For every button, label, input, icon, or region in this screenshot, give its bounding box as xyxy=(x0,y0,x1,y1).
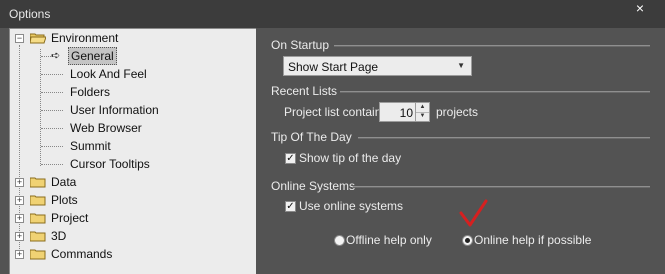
folder-icon xyxy=(30,194,46,206)
project-count-stepper[interactable]: 10 ▲ ▼ xyxy=(379,102,430,122)
tree-label-environment: Environment xyxy=(51,31,119,45)
tree-item-data[interactable]: + Data xyxy=(10,173,256,191)
tree-item-environment[interactable]: − Environment xyxy=(10,29,256,47)
show-tip-label: Show tip of the day xyxy=(299,151,402,165)
project-list-prefix: Project list contains xyxy=(284,105,388,119)
tree-label-look-and-feel: Look And Feel xyxy=(70,67,147,81)
divider xyxy=(334,45,650,47)
folder-icon xyxy=(30,212,46,224)
show-tip-checkbox[interactable]: ✓ xyxy=(285,153,296,164)
options-tree: − Environment ➪ General Look And Feel Fo… xyxy=(9,28,256,274)
arrow-pointer-icon: ➪ xyxy=(51,50,61,62)
recent-lists-heading: Recent Lists xyxy=(271,84,338,98)
use-online-systems-checkbox[interactable]: ✓ xyxy=(285,201,296,212)
offline-help-label: Offline help only xyxy=(346,233,432,247)
on-startup-heading: On Startup xyxy=(271,38,330,52)
tree-item-general[interactable]: ➪ General xyxy=(10,47,256,65)
tree-label-plots: Plots xyxy=(51,193,78,207)
startup-dropdown[interactable]: Show Start Page ▼ xyxy=(283,56,472,76)
tree-label-web-browser: Web Browser xyxy=(70,121,142,135)
folder-icon xyxy=(30,248,46,260)
tree-item-project[interactable]: + Project xyxy=(10,209,256,227)
expand-icon[interactable]: + xyxy=(15,196,24,205)
tree-label-general: General xyxy=(68,47,117,65)
divider xyxy=(353,186,650,188)
online-systems-heading: Online Systems xyxy=(271,179,356,193)
project-list-suffix: projects xyxy=(436,105,479,119)
folder-icon xyxy=(30,230,46,242)
tree-label-folders: Folders xyxy=(70,85,111,99)
startup-dropdown-value: Show Start Page xyxy=(288,60,379,74)
expand-icon[interactable]: + xyxy=(15,178,24,187)
tree-label-commands: Commands xyxy=(51,247,113,261)
tree-label-summit: Summit xyxy=(70,139,111,153)
expand-icon[interactable]: + xyxy=(15,214,24,223)
online-help-label: Online help if possible xyxy=(474,233,592,247)
collapse-icon[interactable]: − xyxy=(15,34,24,43)
tree-label-project: Project xyxy=(51,211,89,225)
tip-of-the-day-heading: Tip Of The Day xyxy=(271,130,352,144)
use-online-systems-label: Use online systems xyxy=(299,199,404,213)
tree-connector-children xyxy=(40,49,41,166)
expand-icon[interactable]: + xyxy=(15,232,24,241)
open-folder-icon xyxy=(30,32,46,44)
tree-item-commands[interactable]: + Commands xyxy=(10,245,256,263)
online-help-radio[interactable] xyxy=(462,235,473,246)
red-check-annotation-icon xyxy=(459,199,488,227)
close-button[interactable]: × xyxy=(627,0,653,18)
divider xyxy=(340,91,650,93)
tree-label-cursor-tooltips: Cursor Tooltips xyxy=(70,157,150,171)
folder-icon xyxy=(30,176,46,188)
expand-icon[interactable]: + xyxy=(15,250,24,259)
tree-item-plots[interactable]: + Plots xyxy=(10,191,256,209)
chevron-down-icon: ▼ xyxy=(457,61,465,70)
window-title: Options xyxy=(9,7,51,21)
offline-help-radio[interactable] xyxy=(334,235,345,246)
project-count-value: 10 xyxy=(399,106,413,120)
tree-item-3d[interactable]: + 3D xyxy=(10,227,256,245)
title-bar: Options × xyxy=(0,0,665,28)
stepper-down-icon[interactable]: ▼ xyxy=(416,112,429,121)
tree-label-3d: 3D xyxy=(51,229,67,243)
tree-label-user-information: User Information xyxy=(70,103,159,117)
tree-label-data: Data xyxy=(51,175,77,189)
divider xyxy=(358,137,650,139)
